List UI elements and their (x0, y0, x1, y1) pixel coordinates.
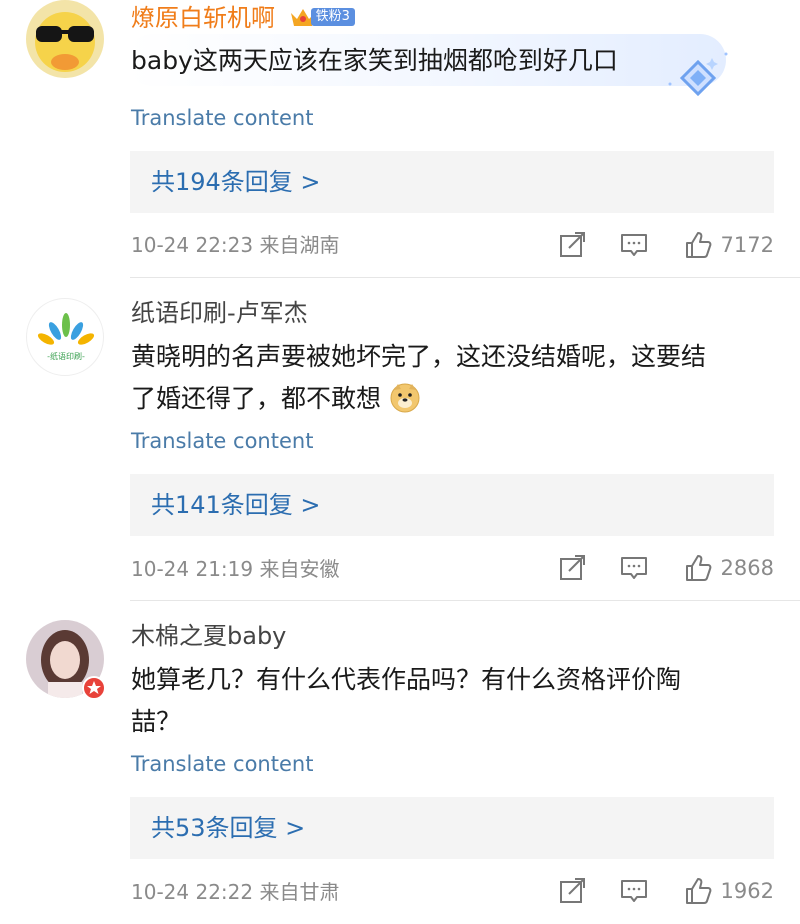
comment-text: 她算老几？有什么代表作品吗？有什么资格评价陶 喆？ (131, 659, 781, 743)
like-count: 7172 (720, 233, 774, 257)
comment-text-line: 喆？ (131, 707, 182, 736)
repost-icon[interactable] (557, 876, 587, 906)
action-bar: 7172 (557, 228, 774, 262)
like-icon[interactable] (683, 553, 713, 583)
comment-meta: 10-24 21:19 来自安徽 (131, 557, 340, 581)
replies-button[interactable]: 共194条回复 > (130, 151, 774, 213)
comment-meta: 10-24 22:22 来自甘肃 (131, 880, 340, 904)
emoji-doge-icon (390, 383, 420, 413)
replies-button[interactable]: 共53条回复 > (130, 797, 774, 859)
translate-link[interactable]: Translate content (131, 427, 313, 455)
username[interactable]: 纸语印刷-卢军杰 (131, 297, 308, 329)
comment-icon[interactable] (619, 876, 649, 906)
comment-icon[interactable] (619, 553, 649, 583)
translate-link[interactable]: Translate content (131, 104, 313, 132)
comment-text-span: 了婚还得了，都不敢想 (131, 384, 382, 413)
like-icon[interactable] (683, 876, 713, 906)
translate-link[interactable]: Translate content (131, 750, 313, 778)
replies-button[interactable]: 共141条回复 > (130, 474, 774, 536)
comment-text-line: 黄晓明的名声要被她坏完了，这还没结婚呢，这要结 (131, 342, 707, 371)
comment-meta: 10-24 22:23 来自湖南 (131, 233, 340, 257)
comment-text: 黄晓明的名声要被她坏完了，这还没结婚呢，这要结 了婚还得了，都不敢想 (131, 336, 781, 420)
repost-icon[interactable] (557, 553, 587, 583)
like-count: 1962 (720, 879, 774, 903)
action-bar: 1962 (557, 874, 774, 908)
fan-badge-label: 铁粉3 (310, 8, 355, 26)
diamond-decoration-icon (668, 52, 728, 96)
like-count: 2868 (720, 556, 774, 580)
like-icon[interactable] (683, 230, 713, 260)
verified-badge-icon (82, 676, 106, 700)
avatar[interactable] (26, 0, 104, 78)
divider (130, 277, 800, 278)
comment-text-line: 了婚还得了，都不敢想 (131, 378, 781, 420)
divider (130, 600, 800, 601)
comment-icon[interactable] (619, 230, 649, 260)
comment-text-line: 她算老几？有什么代表作品吗？有什么资格评价陶 (131, 665, 682, 694)
username[interactable]: 燎原白斩机啊 铁粉3 (131, 2, 355, 34)
repost-icon[interactable] (557, 230, 587, 260)
username[interactable]: 木棉之夏baby (131, 620, 286, 652)
avatar-logo-text: -纸语印刷- (47, 351, 85, 361)
fan-badge: 铁粉3 (289, 6, 355, 28)
avatar[interactable]: -纸语印刷- (26, 298, 104, 376)
username-text[interactable]: 燎原白斩机啊 (131, 4, 275, 32)
action-bar: 2868 (557, 551, 774, 585)
